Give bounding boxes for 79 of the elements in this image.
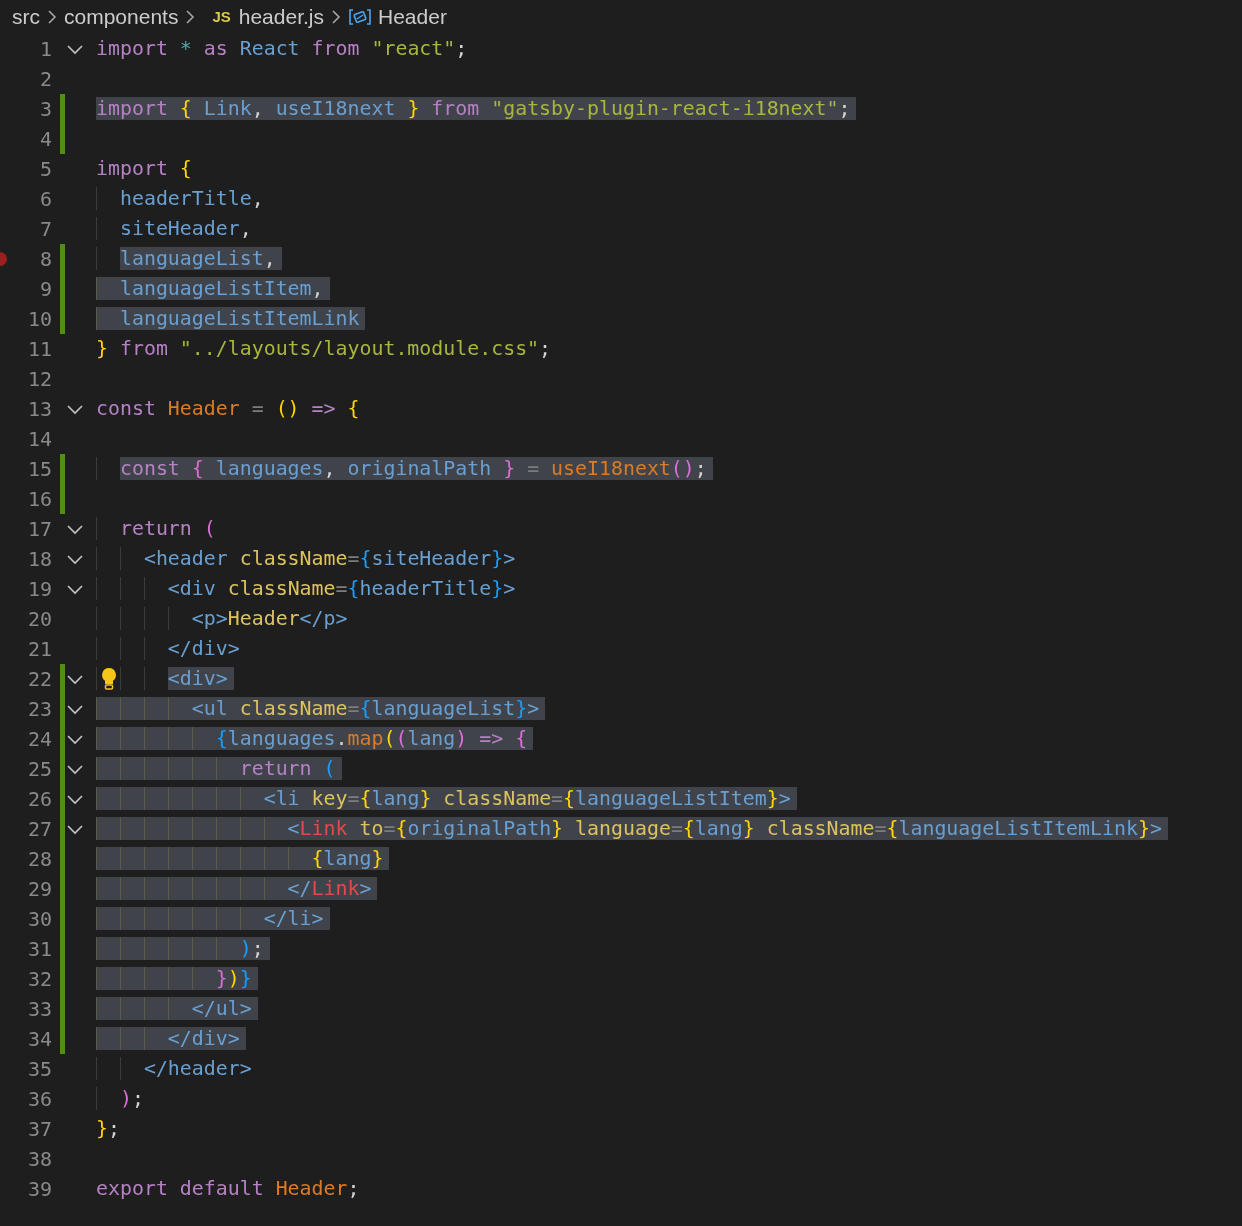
code-line: siteHeader,	[96, 214, 252, 244]
code-line: };	[96, 1116, 120, 1142]
line-number: 13	[26, 396, 52, 423]
fold-chevron-icon[interactable]	[66, 583, 84, 595]
line-number: 20	[26, 606, 52, 633]
code-line: );	[96, 1084, 144, 1114]
code-line: </header>	[96, 1054, 252, 1084]
line-number: 28	[26, 846, 52, 873]
code-line: </ul>	[96, 994, 258, 1024]
code-line: return (	[96, 514, 216, 544]
line-number: 38	[26, 1146, 52, 1173]
line-number: 2	[38, 66, 52, 93]
fold-chevron-icon[interactable]	[66, 733, 84, 745]
code-line: </div>	[96, 634, 240, 664]
fold-chevron-icon[interactable]	[66, 673, 84, 685]
fold-chevron-icon[interactable]	[66, 43, 84, 55]
breadcrumb-item[interactable]: src	[12, 1, 40, 33]
line-number: 4	[38, 126, 52, 153]
chevron-right-icon	[330, 9, 342, 25]
breadcrumb-item[interactable]: components	[64, 1, 179, 33]
symbol-icon	[348, 8, 372, 26]
code-line: } from "../layouts/layout.module.css";	[96, 336, 552, 362]
fold-chevron-icon[interactable]	[66, 793, 84, 805]
line-number: 39	[26, 1176, 52, 1203]
code-line: <p>Header</p>	[96, 604, 348, 634]
breadcrumb-item[interactable]: header.js	[238, 1, 324, 33]
line-number: 14	[26, 426, 52, 453]
code-line: headerTitle,	[96, 184, 264, 214]
line-number: 31	[26, 936, 52, 963]
line-number: 7	[38, 216, 52, 243]
line-number: 36	[26, 1086, 52, 1113]
line-number: 9	[38, 276, 52, 303]
fold-chevron-icon[interactable]	[66, 403, 84, 415]
line-number: 21	[26, 636, 52, 663]
line-number: 5	[38, 156, 52, 183]
line-number: 10	[26, 306, 52, 333]
line-number: 30	[26, 906, 52, 933]
fold-chevron-icon[interactable]	[66, 763, 84, 775]
line-number: 35	[26, 1056, 52, 1083]
code-line: import * as React from "react";	[96, 36, 468, 62]
line-number: 3	[38, 96, 52, 123]
fold-chevron-icon[interactable]	[66, 823, 84, 835]
code-line: return (	[96, 754, 342, 784]
line-number: 16	[26, 486, 52, 513]
line-number: 27	[26, 816, 52, 843]
code-line: export default Header;	[96, 1176, 360, 1202]
line-number: 33	[26, 996, 52, 1023]
code-line: </div>	[96, 1024, 246, 1054]
line-number: 12	[26, 366, 52, 393]
fold-chevron-icon[interactable]	[66, 523, 84, 535]
code-line: <div>	[96, 664, 234, 694]
line-number: 8	[38, 246, 52, 273]
line-number: 22	[26, 666, 52, 693]
line-number: 23	[26, 696, 52, 723]
line-number: 26	[26, 786, 52, 813]
line-number: 18	[26, 546, 52, 573]
line-number: 11	[26, 336, 52, 363]
line-number: 32	[26, 966, 52, 993]
fold-chevron-icon[interactable]	[66, 703, 84, 715]
breadcrumb-symbol[interactable]: Header	[378, 1, 447, 33]
line-number: 37	[26, 1116, 52, 1143]
line-number: 29	[26, 876, 52, 903]
line-number: 6	[38, 186, 52, 213]
line-number: 1	[38, 36, 52, 63]
code-line: <header className={siteHeader}>	[96, 544, 516, 574]
fold-chevron-icon[interactable]	[66, 553, 84, 565]
line-number: 19	[26, 576, 52, 603]
line-number: 17	[26, 516, 52, 543]
code-line: const Header = () => {	[96, 396, 360, 422]
line-number: 34	[26, 1026, 52, 1053]
chevron-right-icon	[184, 9, 197, 25]
line-number: 25	[26, 756, 52, 783]
file-type-icon: JS	[212, 5, 231, 29]
chevron-right-icon	[46, 9, 58, 25]
line-number: 24	[26, 726, 52, 753]
lightbulb-icon[interactable]	[100, 667, 118, 691]
code-line: <div className={headerTitle}>	[96, 574, 516, 604]
line-number: 15	[26, 456, 52, 483]
code-line: import {	[96, 156, 192, 182]
